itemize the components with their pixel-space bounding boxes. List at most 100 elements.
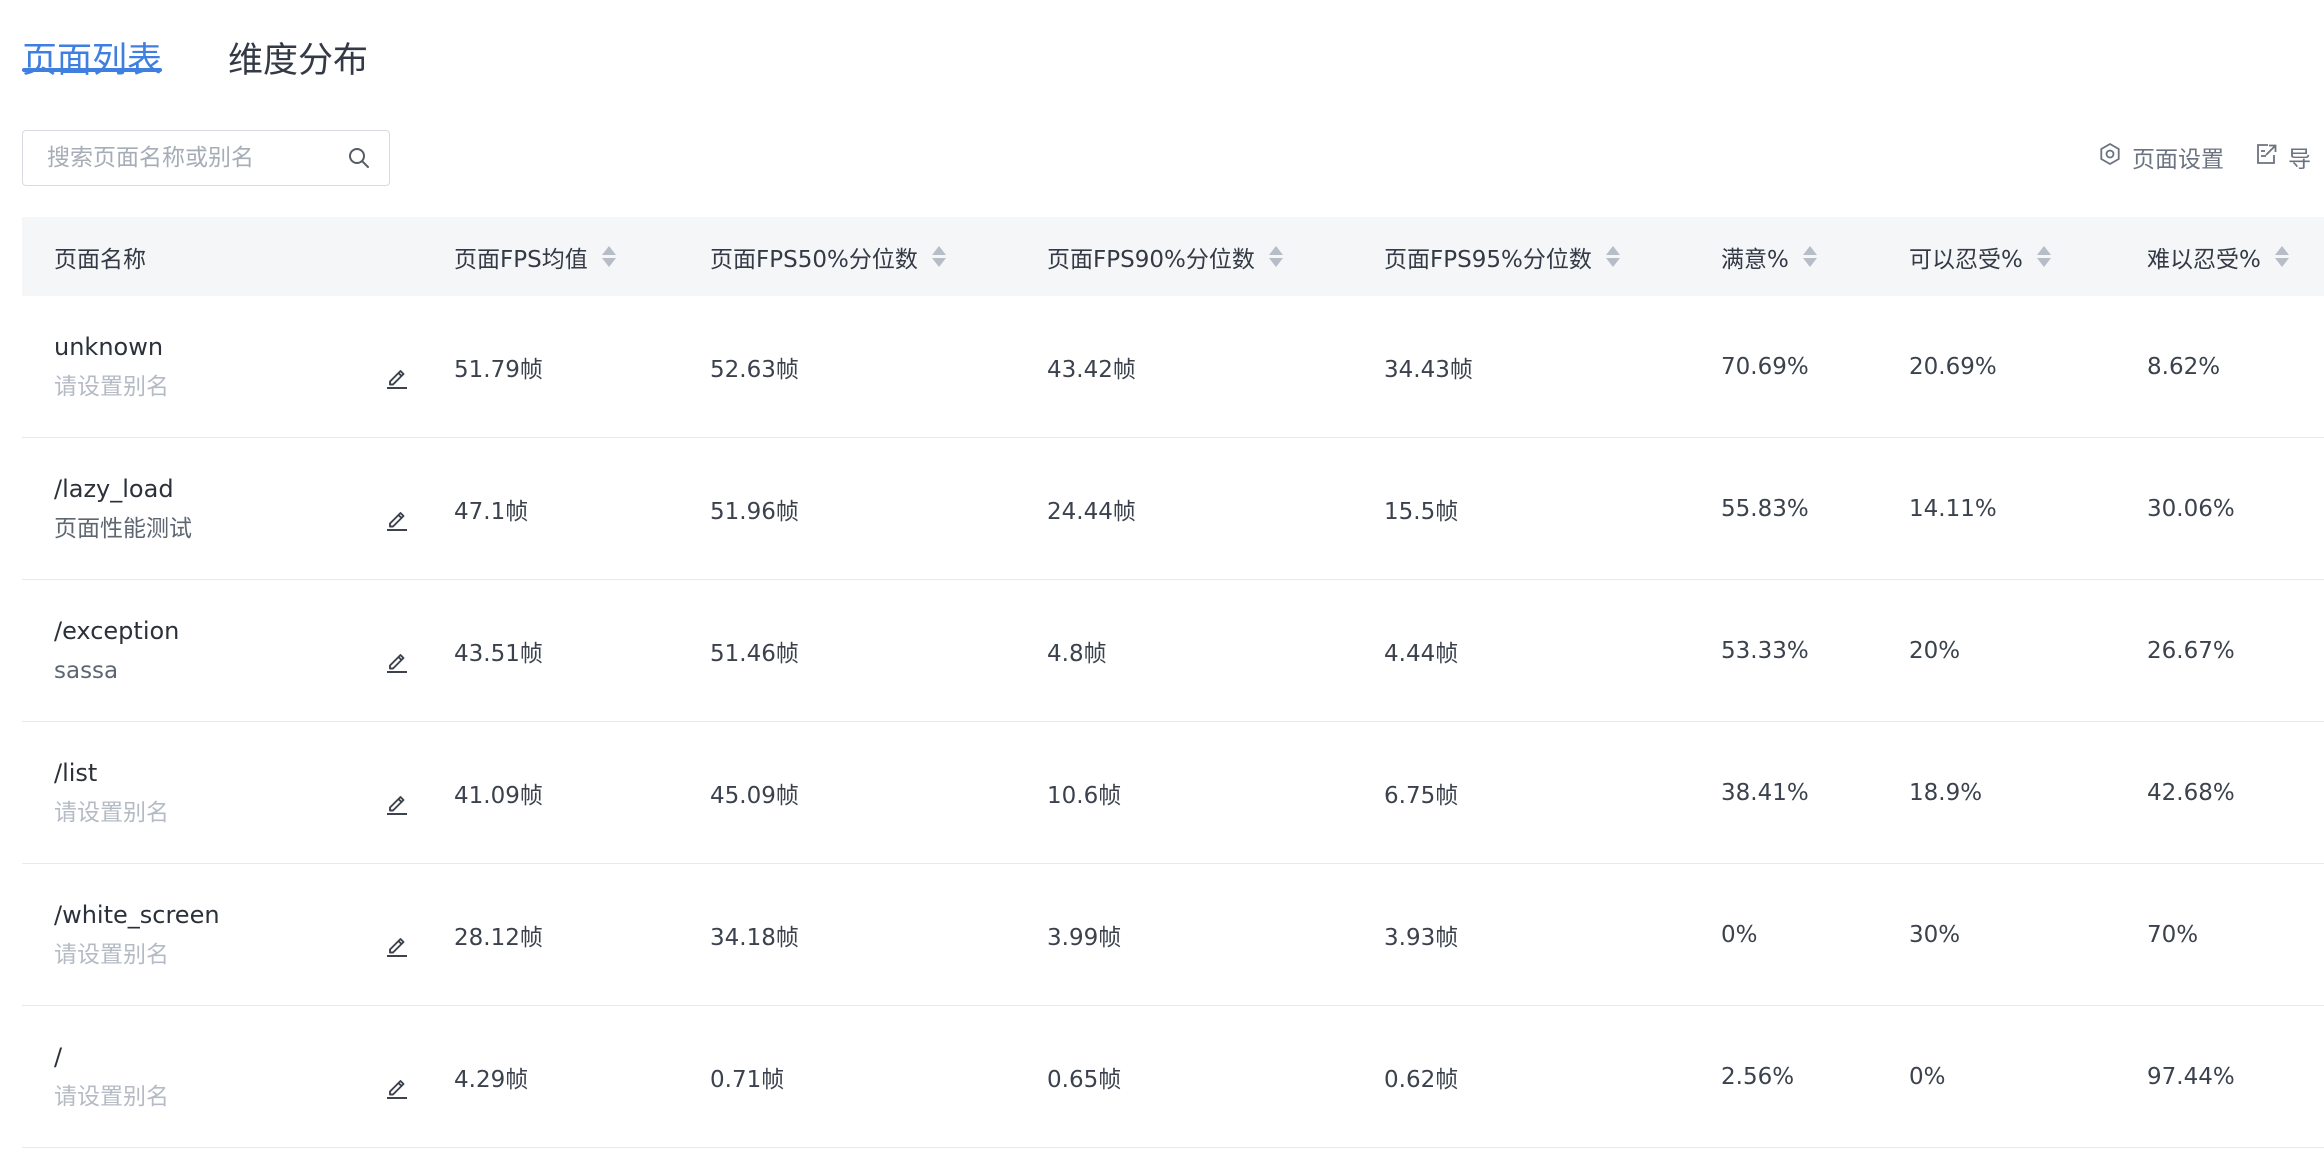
sort-icon[interactable] [1802,246,1817,267]
sort-icon[interactable] [601,246,616,267]
page-name: unknown [54,332,164,361]
fps-p95-value: 4.44帧 [1384,640,1459,667]
page-name: / [54,1042,63,1071]
fps-p95-value: 3.93帧 [1384,924,1459,951]
search-input[interactable] [23,131,340,185]
column-header-satisfied[interactable]: 满意% [1721,240,1909,274]
page-table: 页面名称 页面FPS均值 页面FPS50%分位数 页面FPS90%分位数 页面F… [22,217,2324,1148]
table-row: /list 请设置别名 41.09帧 45.09帧 10.6帧 6.75帧 38… [22,722,2324,864]
page-name: /exception [54,616,180,645]
page-alias: 请设置别名 [54,1083,169,1110]
satisfied-value: 53.33% [1721,637,1809,664]
tolerable-value: 20% [1909,637,1961,664]
fps-mean-value: 47.1帧 [454,498,529,525]
edit-alias-icon[interactable] [382,362,412,392]
frustrated-value: 30.06% [2147,495,2235,522]
page-settings-button[interactable]: 页面设置 [2098,140,2224,174]
page-settings-label: 页面设置 [2132,147,2224,173]
column-header-page-name: 页面名称 [54,246,146,273]
column-header-tolerable[interactable]: 可以忍受% [1909,240,2147,274]
sort-icon[interactable] [931,246,946,267]
fps-p50-value: 51.46帧 [710,640,799,667]
fps-p90-value: 4.8帧 [1047,640,1107,667]
page-name-cell: /exception sassa [22,614,454,688]
tolerable-value: 0% [1909,1063,1946,1090]
tab-bar: 页面列表 维度分布 [22,0,434,104]
page-name: /lazy_load [54,474,174,503]
export-label: 导 [2288,147,2311,173]
table-row: /lazy_load 页面性能测试 47.1帧 51.96帧 24.44帧 15… [22,438,2324,580]
edit-alias-icon[interactable] [382,1072,412,1102]
edit-alias-icon[interactable] [382,788,412,818]
export-button[interactable]: 导 [2254,140,2311,174]
fps-mean-value: 41.09帧 [454,782,543,809]
sort-icon[interactable] [2036,246,2051,267]
sort-icon[interactable] [1605,246,1620,267]
fps-p50-value: 45.09帧 [710,782,799,809]
fps-mean-value: 51.79帧 [454,356,543,383]
settings-icon [2098,142,2132,172]
toolbar-actions: 页面设置 导 [2098,140,2324,174]
table-header: 页面名称 页面FPS均值 页面FPS50%分位数 页面FPS90%分位数 页面F… [22,217,2324,296]
page-alias: 页面性能测试 [54,515,192,542]
satisfied-value: 55.83% [1721,495,1809,522]
search-icon[interactable] [340,147,377,169]
fps-p95-value: 0.62帧 [1384,1066,1459,1093]
satisfied-value: 2.56% [1721,1063,1795,1090]
fps-p50-value: 52.63帧 [710,356,799,383]
edit-alias-icon[interactable] [382,930,412,960]
frustrated-value: 70% [2147,921,2199,948]
edit-alias-icon[interactable] [382,646,412,676]
page-alias: sassa [54,657,119,684]
frustrated-value: 26.67% [2147,637,2235,664]
page-alias: 请设置别名 [54,373,169,400]
fps-mean-value: 28.12帧 [454,924,543,951]
tolerable-value: 20.69% [1909,353,1997,380]
tolerable-value: 14.11% [1909,495,1997,522]
table-row: / 请设置别名 4.29帧 0.71帧 0.65帧 0.62帧 2.56% 0%… [22,1006,2324,1148]
page-name: /list [54,758,98,787]
sort-icon[interactable] [2274,246,2289,267]
tolerable-value: 30% [1909,921,1961,948]
fps-p50-value: 0.71帧 [710,1066,785,1093]
tab-page-list[interactable]: 页面列表 [22,0,163,81]
search-box [22,130,390,186]
fps-p50-value: 34.18帧 [710,924,799,951]
column-header-fps-p95[interactable]: 页面FPS95%分位数 [1384,240,1721,274]
fps-p90-value: 43.42帧 [1047,356,1136,383]
page-name-cell: unknown 请设置别名 [22,330,454,404]
fps-p95-value: 15.5帧 [1384,498,1459,525]
frustrated-value: 8.62% [2147,353,2221,380]
fps-mean-value: 43.51帧 [454,640,543,667]
column-header-fps-p90[interactable]: 页面FPS90%分位数 [1047,240,1384,274]
satisfied-value: 70.69% [1721,353,1809,380]
page-alias: 请设置别名 [54,799,169,826]
page-name-cell: /lazy_load 页面性能测试 [22,472,454,546]
fps-p90-value: 10.6帧 [1047,782,1122,809]
table-row: unknown 请设置别名 51.79帧 52.63帧 43.42帧 34.43… [22,296,2324,438]
page-name: /white_screen [54,900,220,929]
column-header-fps-p50[interactable]: 页面FPS50%分位数 [710,240,1047,274]
page-name-cell: /list 请设置别名 [22,756,454,830]
page-name-cell: /white_screen 请设置别名 [22,898,454,972]
page-name-cell: / 请设置别名 [22,1040,454,1114]
tab-dimension-distribution[interactable]: 维度分布 [228,0,368,81]
frustrated-value: 97.44% [2147,1063,2235,1090]
fps-p90-value: 3.99帧 [1047,924,1122,951]
sort-icon[interactable] [1268,246,1283,267]
column-header-fps-mean[interactable]: 页面FPS均值 [454,240,710,274]
fps-mean-value: 4.29帧 [454,1066,529,1093]
export-icon [2254,142,2288,172]
fps-p95-value: 34.43帧 [1384,356,1473,383]
edit-alias-icon[interactable] [382,504,412,534]
frustrated-value: 42.68% [2147,779,2235,806]
fps-p90-value: 24.44帧 [1047,498,1136,525]
fps-p90-value: 0.65帧 [1047,1066,1122,1093]
table-row: /white_screen 请设置别名 28.12帧 34.18帧 3.99帧 … [22,864,2324,1006]
fps-p50-value: 51.96帧 [710,498,799,525]
page-alias: 请设置别名 [54,941,169,968]
column-header-frustrated[interactable]: 难以忍受% [2147,240,2324,274]
satisfied-value: 38.41% [1721,779,1809,806]
satisfied-value: 0% [1721,921,1758,948]
table-row: /exception sassa 43.51帧 51.46帧 4.8帧 4.44… [22,580,2324,722]
